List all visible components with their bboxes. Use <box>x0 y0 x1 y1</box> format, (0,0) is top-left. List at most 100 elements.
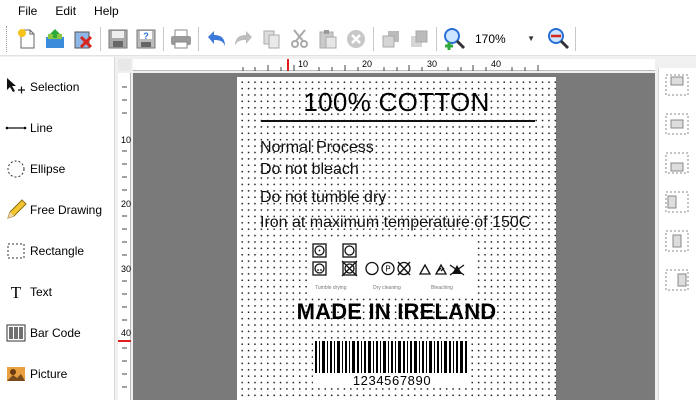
vruler-tick-20: 20 <box>121 199 132 209</box>
label-divider-line[interactable] <box>261 120 535 122</box>
delete-icon <box>74 31 93 48</box>
tool-rectangle[interactable]: Rectangle <box>0 233 115 269</box>
hruler-tick-40: 40 <box>491 59 502 69</box>
tool-label: Line <box>30 121 53 135</box>
toolbar-separator <box>436 26 437 51</box>
toolbar-separator <box>575 26 576 51</box>
tool-ellipse[interactable]: Ellipse <box>0 151 115 187</box>
tool-label: Text <box>30 285 53 299</box>
barcode-number-text[interactable]: 1234567890 <box>237 373 547 388</box>
cut-button[interactable] <box>286 25 314 53</box>
barcode-bars <box>315 341 467 373</box>
pencil-icon <box>5 199 27 221</box>
label-page[interactable]: 100% COTTON Normal Process Do not bleach… <box>237 77 556 400</box>
label-text-iron[interactable]: Iron at maximum temperature of 150C <box>260 214 530 232</box>
paste-icon <box>319 29 337 48</box>
tool-selection[interactable]: Selection <box>0 69 115 105</box>
zoom-in-icon <box>444 27 466 50</box>
paste-button[interactable] <box>314 25 342 53</box>
align-bottom-button[interactable] <box>661 150 693 178</box>
tool-label: Free Drawing <box>30 203 103 217</box>
bring-front-button[interactable] <box>405 25 433 53</box>
align-middle-icon <box>665 113 689 135</box>
zoom-out-button[interactable] <box>544 25 572 53</box>
align-center-icon <box>665 230 689 252</box>
selection-icon <box>5 76 27 98</box>
label-made-in-text[interactable]: MADE IN IRELAND <box>237 299 556 325</box>
care-caption-tumble: Tumble drying <box>315 285 347 291</box>
tools-panel: Selection Line Ellipse Free Drawing Rect… <box>0 57 115 400</box>
bring-front-icon <box>411 30 428 47</box>
tool-label: Ellipse <box>30 162 66 176</box>
tool-text[interactable]: T Text <box>0 274 115 310</box>
zoom-out-icon <box>548 27 570 49</box>
menu-bar: File Edit Help <box>0 0 696 22</box>
align-bottom-icon <box>665 152 689 174</box>
help-button[interactable]: ? <box>132 25 160 53</box>
save-button[interactable] <box>104 25 132 53</box>
chevron-down-icon: ▼ <box>527 34 535 43</box>
delete-button[interactable] <box>69 25 97 53</box>
toolbar-grip[interactable] <box>6 25 10 52</box>
help-icon: ? <box>136 29 156 48</box>
align-panel-header <box>656 57 696 68</box>
vruler-tick-40: 40 <box>121 328 132 338</box>
align-middle-button[interactable] <box>661 111 693 139</box>
send-back-button[interactable] <box>377 25 405 53</box>
open-icon <box>46 28 64 48</box>
new-button[interactable] <box>13 25 41 53</box>
label-text-tumble[interactable]: Do not tumble dry <box>260 189 386 207</box>
align-top-button[interactable] <box>661 72 693 100</box>
tool-free-drawing[interactable]: Free Drawing <box>0 192 115 228</box>
text-icon: T <box>5 281 27 303</box>
align-right-button[interactable] <box>661 267 693 295</box>
ellipse-icon <box>5 158 27 180</box>
print-button[interactable] <box>167 25 195 53</box>
picture-icon <box>5 363 27 385</box>
cancel-icon <box>347 29 365 48</box>
toolbar-separator <box>163 26 164 51</box>
barcode-icon <box>5 322 27 344</box>
menu-file[interactable]: File <box>9 0 46 22</box>
redo-icon <box>235 30 252 46</box>
zoom-level-value: 170% <box>475 31 506 46</box>
tool-label: Rectangle <box>30 244 85 258</box>
label-title-text[interactable]: 100% COTTON <box>237 87 556 118</box>
horizontal-ruler-ticks <box>242 59 539 71</box>
tool-label: Bar Code <box>30 326 81 340</box>
cancel-button[interactable] <box>342 25 370 53</box>
zoom-in-button[interactable] <box>440 25 468 53</box>
menu-help[interactable]: Help <box>85 0 128 22</box>
copy-button[interactable] <box>258 25 286 53</box>
tool-picture[interactable]: Picture <box>0 356 115 392</box>
align-center-button[interactable] <box>661 228 693 256</box>
hruler-tick-20: 20 <box>362 59 373 69</box>
align-left-button[interactable] <box>661 189 693 217</box>
toolbar-separator <box>373 26 374 51</box>
vertical-ruler: 10 20 30 40 <box>118 73 131 400</box>
toolbar: ? 170% ▼ <box>0 22 696 56</box>
menu-edit[interactable]: Edit <box>46 0 85 22</box>
open-button[interactable] <box>41 25 69 53</box>
toolbar-separator <box>198 26 199 51</box>
copy-icon <box>263 30 280 48</box>
hruler-tick-10: 10 <box>298 59 309 69</box>
svg-text:T: T <box>11 283 22 302</box>
align-left-icon <box>665 191 689 213</box>
care-symbols-picture[interactable]: P Tumble drying Dry cleaning Bleaching <box>311 241 475 295</box>
label-text-normal-process[interactable]: Normal Process <box>260 139 374 157</box>
tool-label: Picture <box>30 367 68 381</box>
svg-text:P: P <box>385 265 390 274</box>
save-icon <box>108 29 128 48</box>
zoom-level-select[interactable]: 170% ▼ <box>470 27 540 50</box>
tool-line[interactable]: Line <box>0 110 115 146</box>
tool-bar-code[interactable]: Bar Code <box>0 315 115 351</box>
label-text-bleach[interactable]: Do not bleach <box>260 161 359 179</box>
care-caption-dry: Dry cleaning <box>373 285 401 291</box>
care-caption-bleaching: Bleaching <box>431 285 453 291</box>
alignment-panel <box>658 68 696 400</box>
undo-button[interactable] <box>202 25 230 53</box>
align-top-icon <box>665 74 689 96</box>
redo-button[interactable] <box>230 25 258 53</box>
tool-label: Selection <box>30 80 80 94</box>
